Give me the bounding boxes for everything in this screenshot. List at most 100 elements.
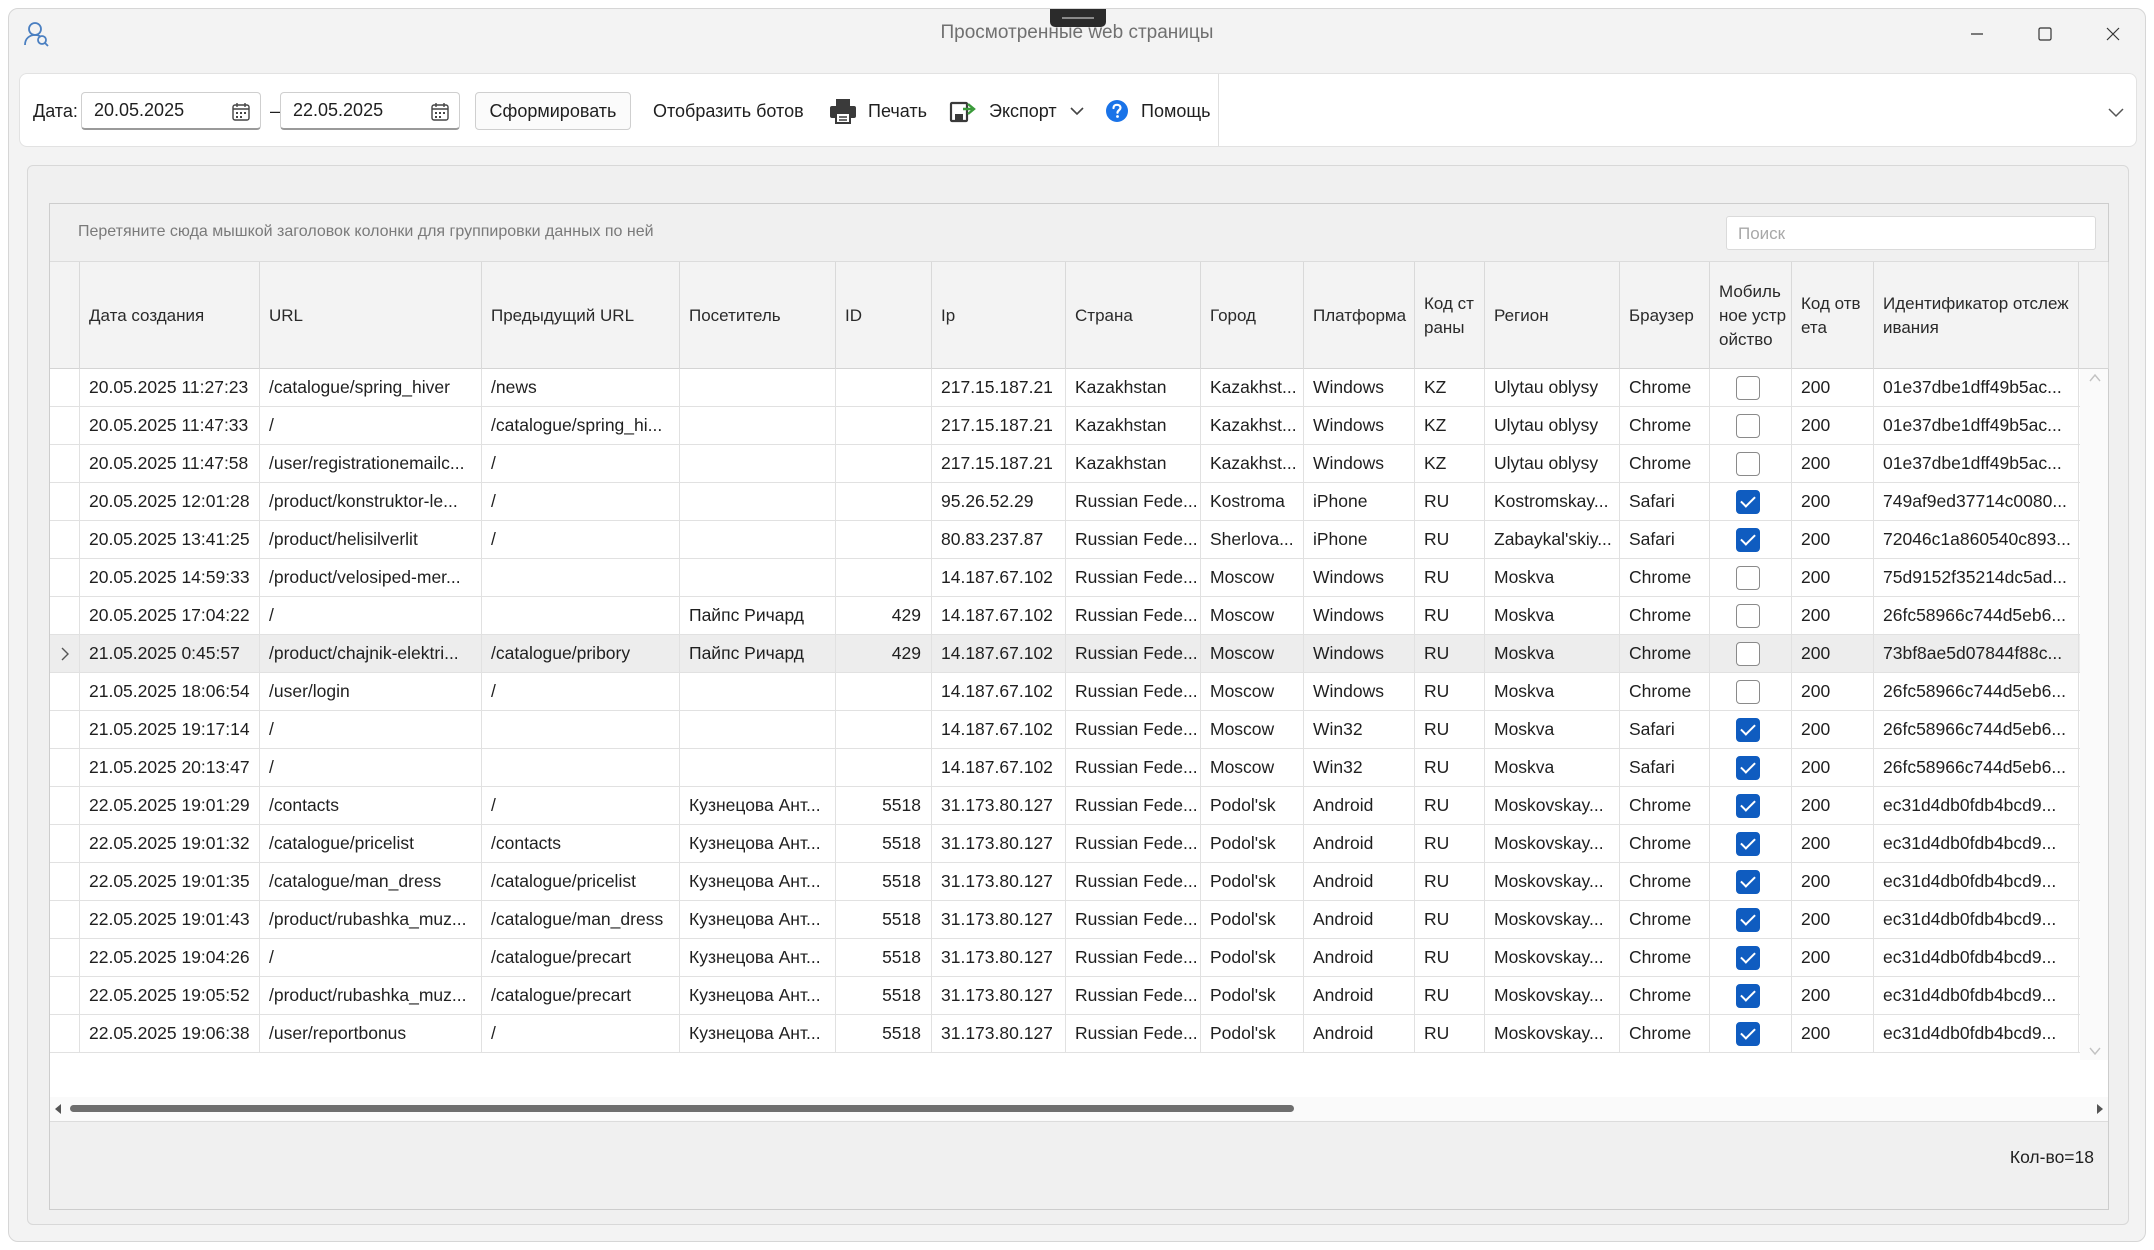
cell-track: 26fc58966c744d5eb6... — [1874, 673, 2079, 710]
mobile-checkbox[interactable] — [1736, 984, 1760, 1008]
mobile-checkbox[interactable] — [1736, 756, 1760, 780]
search-input[interactable]: Поиск — [1726, 216, 2096, 250]
row-indicator[interactable] — [50, 787, 80, 824]
header-col-country-code[interactable]: Код страны — [1415, 262, 1485, 369]
cell-track: 26fc58966c744d5eb6... — [1874, 711, 2079, 748]
cell-cc: RU — [1415, 521, 1485, 558]
row-indicator[interactable] — [50, 863, 80, 900]
table-row[interactable]: 21.05.2025 18:06:54/user/login/ 14.187.67… — [50, 673, 2080, 711]
table-row[interactable]: 20.05.2025 17:04:22/ Пайпс Ричард 429 14.18… — [50, 597, 2080, 635]
mobile-checkbox[interactable] — [1736, 908, 1760, 932]
header-col-platform[interactable]: Платформа — [1304, 262, 1415, 369]
table-row[interactable]: 20.05.2025 11:27:23/catalogue/spring_hiv… — [50, 369, 2080, 407]
table-row[interactable]: 22.05.2025 19:04:26//catalogue/precart Ку… — [50, 939, 2080, 977]
cell-region: Ulytau oblysy — [1485, 445, 1620, 482]
print-button[interactable]: Печать — [828, 74, 927, 148]
table-row[interactable]: 22.05.2025 19:01:29/contacts / Кузнецова А… — [50, 787, 2080, 825]
table-row[interactable]: 21.05.2025 20:13:47/ 14.187.67.102 Russian… — [50, 749, 2080, 787]
mobile-checkbox[interactable] — [1736, 528, 1760, 552]
cell-mobile — [1710, 673, 1792, 710]
mobile-checkbox[interactable] — [1736, 414, 1760, 438]
header-col-city[interactable]: Город — [1201, 262, 1304, 369]
mobile-checkbox[interactable] — [1736, 1022, 1760, 1046]
row-indicator[interactable] — [50, 825, 80, 862]
table-row[interactable]: 20.05.2025 14:59:33/product/velosiped-me… — [50, 559, 2080, 597]
header-col-url[interactable]: URL — [260, 262, 482, 369]
row-indicator[interactable] — [50, 369, 80, 406]
row-indicator[interactable] — [50, 521, 80, 558]
row-indicator[interactable] — [50, 559, 80, 596]
header-col-created-date[interactable]: Дата создания — [80, 262, 260, 369]
header-col-region[interactable]: Регион — [1485, 262, 1620, 369]
calendar-icon[interactable] — [429, 101, 451, 123]
row-indicator[interactable] — [50, 445, 80, 482]
mobile-checkbox[interactable] — [1736, 946, 1760, 970]
table-row[interactable]: 22.05.2025 19:01:35/catalogue/man_dress /… — [50, 863, 2080, 901]
mobile-checkbox[interactable] — [1736, 870, 1760, 894]
table-row[interactable]: 21.05.2025 19:17:14/ 14.187.67.102 Russian… — [50, 711, 2080, 749]
cell-date: 22.05.2025 19:01:29 — [80, 787, 260, 824]
show-bots-button[interactable]: Отобразить ботов — [653, 74, 804, 148]
mobile-checkbox[interactable] — [1736, 452, 1760, 476]
table-row[interactable]: 22.05.2025 19:01:32/catalogue/pricelist /… — [50, 825, 2080, 863]
scroll-left-icon[interactable] — [53, 1103, 63, 1115]
header-col-tracking-id[interactable]: Идентификатор отслеживания — [1874, 262, 2079, 369]
horizontal-scroll-thumb[interactable] — [70, 1105, 1294, 1112]
table-row[interactable]: 20.05.2025 11:47:58/user/registrationema… — [50, 445, 2080, 483]
date-from-input[interactable]: 20.05.2025 — [81, 92, 261, 130]
row-indicator[interactable] — [50, 635, 80, 672]
mobile-checkbox[interactable] — [1736, 718, 1760, 742]
mobile-checkbox[interactable] — [1736, 604, 1760, 628]
main-window: Просмотренные web страницы Дата: 20.05.2… — [8, 8, 2146, 1242]
mobile-checkbox[interactable] — [1736, 490, 1760, 514]
row-indicator[interactable] — [50, 711, 80, 748]
scroll-down-icon[interactable] — [2089, 1046, 2101, 1056]
row-indicator[interactable] — [50, 407, 80, 444]
horizontal-scrollbar[interactable] — [50, 1097, 2108, 1121]
table-row[interactable]: 20.05.2025 11:47:33//catalogue/spring_hi… — [50, 407, 2080, 445]
generate-button[interactable]: Сформировать — [475, 92, 631, 130]
header-col-prev-url[interactable]: Предыдущий URL — [482, 262, 680, 369]
row-indicator[interactable] — [50, 749, 80, 786]
header-col-visitor[interactable]: Посетитель — [680, 262, 836, 369]
mobile-checkbox[interactable] — [1736, 680, 1760, 704]
row-indicator[interactable] — [50, 939, 80, 976]
minimize-button[interactable] — [1947, 15, 2007, 53]
table-row[interactable]: 21.05.2025 0:45:57/product/chajnik-elekt… — [50, 635, 2080, 673]
calendar-icon[interactable] — [230, 101, 252, 123]
header-col-country[interactable]: Страна — [1066, 262, 1201, 369]
collapse-toolbar-icon[interactable] — [2107, 106, 2125, 118]
close-button[interactable] — [2083, 15, 2143, 53]
mobile-checkbox[interactable] — [1736, 376, 1760, 400]
help-button[interactable]: Помощь — [1105, 74, 1211, 148]
header-col-browser[interactable]: Браузер — [1620, 262, 1710, 369]
header-col-response-code[interactable]: Код ответа — [1792, 262, 1874, 369]
vertical-scrollbar[interactable] — [2080, 369, 2108, 1060]
row-indicator[interactable] — [50, 977, 80, 1014]
row-indicator[interactable] — [50, 901, 80, 938]
scroll-right-icon[interactable] — [2095, 1103, 2105, 1115]
mobile-checkbox[interactable] — [1736, 832, 1760, 856]
table-row[interactable]: 20.05.2025 13:41:25/product/helisilverli… — [50, 521, 2080, 559]
cell-city: Moscow — [1201, 749, 1304, 786]
table-row[interactable]: 22.05.2025 19:05:52/product/rubashka_muz… — [50, 977, 2080, 1015]
cell-mobile — [1710, 369, 1792, 406]
export-button[interactable]: Экспорт — [949, 74, 1085, 148]
header-col-ip[interactable]: Ip — [932, 262, 1066, 369]
group-by-panel[interactable]: Перетяните сюда мышкой заголовок колонки… — [50, 204, 2108, 262]
row-indicator[interactable] — [50, 597, 80, 634]
row-indicator[interactable] — [50, 483, 80, 520]
table-row[interactable]: 20.05.2025 12:01:28/product/konstruktor-… — [50, 483, 2080, 521]
maximize-button[interactable] — [2015, 15, 2075, 53]
header-col-id[interactable]: ID — [836, 262, 932, 369]
mobile-checkbox[interactable] — [1736, 642, 1760, 666]
row-indicator[interactable] — [50, 1015, 80, 1052]
row-indicator[interactable] — [50, 673, 80, 710]
date-to-input[interactable]: 22.05.2025 — [280, 92, 460, 130]
table-row[interactable]: 22.05.2025 19:01:43/product/rubashka_muz… — [50, 901, 2080, 939]
mobile-checkbox[interactable] — [1736, 794, 1760, 818]
header-col-mobile[interactable]: Мобильное устройство — [1710, 262, 1792, 369]
scroll-up-icon[interactable] — [2089, 373, 2101, 383]
mobile-checkbox[interactable] — [1736, 566, 1760, 590]
table-row[interactable]: 22.05.2025 19:06:38/user/reportbonus / Куз… — [50, 1015, 2080, 1053]
